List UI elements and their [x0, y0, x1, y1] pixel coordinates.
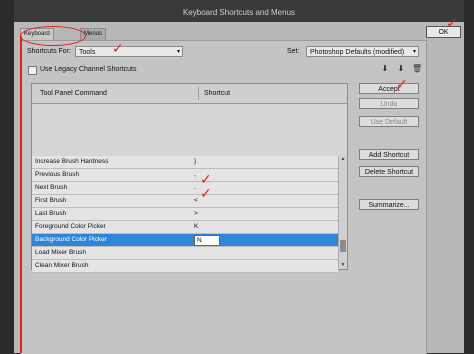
row-command: Foreground Color Picker — [35, 223, 106, 230]
set-select[interactable]: Photoshop Defaults (modified) ▾ — [306, 46, 419, 57]
legacy-channel-checkbox[interactable] — [28, 66, 37, 75]
row-command: Clean Mixer Brush — [35, 262, 89, 269]
row-shortcut: K — [194, 223, 199, 230]
table-row[interactable]: Previous Brush, — [32, 169, 338, 182]
legacy-channel-label: Use Legacy Channel Shortcuts — [40, 66, 137, 73]
row-shortcut: . — [194, 184, 196, 191]
set-label: Set: — [287, 48, 300, 55]
row-shortcut: < — [194, 197, 198, 204]
chevron-down-icon: ▾ — [412, 49, 416, 55]
header-command: Tool Panel Command — [40, 90, 107, 97]
accept-button[interactable]: Accept — [359, 83, 419, 94]
table-row[interactable]: Clean Mixer Brush — [32, 260, 338, 273]
row-command: Load Mixer Brush — [35, 249, 86, 256]
shortcuts-table: Tool Panel Command Shortcut Increase Bru… — [31, 83, 348, 273]
row-command: Increase Brush Hardness — [35, 158, 109, 165]
header-divider — [198, 87, 199, 100]
undo-button[interactable]: Undo — [359, 98, 419, 109]
row-command: Previous Brush — [35, 171, 80, 178]
table-row[interactable]: First Brush < — [32, 195, 338, 208]
keyboard-shortcuts-dialog: Keyboard Shortcuts and Menus Keyboard Sh… — [14, 0, 464, 354]
table-row[interactable]: Background Color Picker N — [32, 234, 338, 247]
table-row[interactable]: Foreground Color Picker K — [32, 221, 338, 234]
use-default-button[interactable]: Use Default — [359, 116, 419, 127]
shortcut-input[interactable]: N — [194, 235, 220, 246]
row-command: Next Brush — [35, 184, 68, 191]
scroll-thumb[interactable] — [340, 240, 346, 252]
shortcuts-for-select[interactable]: Tools ▾ — [75, 46, 183, 57]
annotation-check-icon: ✓ — [446, 16, 458, 32]
header-shortcut: Shortcut — [204, 90, 231, 97]
table-header: Tool Panel Command Shortcut — [32, 84, 347, 104]
delete-shortcut-button[interactable]: Delete Shortcut — [359, 166, 419, 177]
set-value: Photoshop Defaults (modified) — [310, 49, 405, 56]
shortcuts-panel: Shortcuts For: Tools ▾ Set: Photoshop De… — [20, 40, 427, 354]
summarize-button[interactable]: Summarize... — [359, 199, 419, 210]
annotation-check-icon: ✓ — [112, 41, 124, 57]
annotation-check-icon: ✓ — [200, 186, 212, 202]
annotation-line — [20, 36, 22, 353]
chevron-down-icon: ▾ — [176, 49, 180, 55]
scroll-down-icon[interactable]: ▼ — [339, 262, 347, 268]
scroll-up-icon[interactable]: ▲ — [339, 156, 347, 162]
annotation-check-icon: ✓ — [396, 77, 408, 93]
save-set-as-icon[interactable]: ⬇ — [396, 64, 406, 74]
row-command: First Brush — [35, 197, 67, 204]
shortcuts-for-value: Tools — [79, 49, 96, 56]
add-shortcut-button[interactable]: Add Shortcut — [359, 149, 419, 160]
row-command: Background Color Picker — [35, 236, 107, 243]
row-shortcut: } — [194, 158, 197, 165]
table-row[interactable]: Load Mixer Brush — [32, 247, 338, 260]
shortcuts-for-label: Shortcuts For: — [27, 48, 71, 55]
table-rows: Increase Brush Hardness} Previous Brush, N… — [32, 156, 338, 273]
row-shortcut: , — [194, 171, 196, 178]
dialog-title: Keyboard Shortcuts and Menus — [14, 0, 464, 22]
save-set-icon[interactable]: ⬇ — [380, 64, 390, 74]
delete-set-icon[interactable]: 🗑 — [412, 64, 422, 74]
table-scrollbar[interactable]: ▲ ▼ — [338, 156, 347, 268]
table-row[interactable]: Next Brush. — [32, 182, 338, 195]
annotation-circle — [20, 26, 86, 46]
table-row[interactable]: Increase Brush Hardness} — [32, 156, 338, 169]
row-shortcut: > — [194, 210, 198, 217]
table-row[interactable]: Last Brush > — [32, 208, 338, 221]
row-command: Last Brush — [35, 210, 67, 217]
